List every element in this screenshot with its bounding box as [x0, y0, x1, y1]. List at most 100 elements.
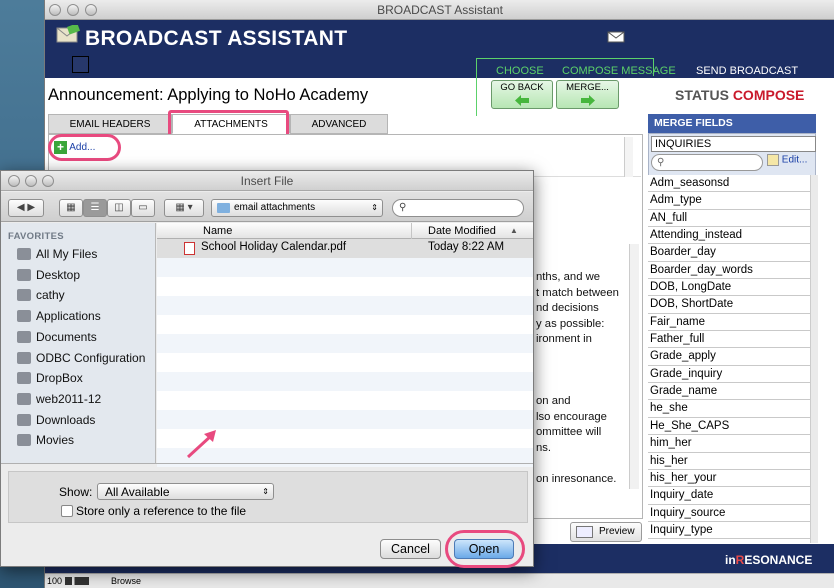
message-body-scrollbar[interactable]	[629, 244, 639, 489]
file-list-header: Name Date Modified ▲	[157, 223, 533, 239]
sidebar-item[interactable]: cathy	[1, 285, 156, 306]
arrange-button[interactable]: ▦ ▾	[164, 199, 204, 217]
sidebar-item-label: ODBC Configuration	[36, 350, 146, 365]
sidebar-item[interactable]: All My Files	[1, 244, 156, 265]
desktop-icon	[17, 268, 31, 281]
table-row[interactable]: School Holiday Calendar.pdf Today 8:22 AM	[157, 239, 533, 258]
body-text-line: on inresonance.	[536, 472, 617, 485]
icon-view-button[interactable]: ▦	[59, 199, 83, 217]
cancel-button[interactable]: Cancel	[380, 539, 441, 559]
merge-field-item[interactable]: Fair_name	[648, 314, 810, 332]
workflow-line-vertical	[476, 76, 477, 116]
go-back-button[interactable]: GO BACK	[491, 80, 553, 109]
window-statusbar: 100 Browse	[45, 573, 834, 588]
merge-field-item[interactable]: Boarder_day	[648, 244, 810, 262]
body-text-line: t match between	[536, 286, 619, 299]
popup-arrows-icon: ⇕	[262, 487, 269, 496]
table-row	[157, 391, 533, 410]
sidebar-item[interactable]: ODBC Configuration	[1, 348, 156, 369]
column-name[interactable]: Name	[203, 223, 232, 239]
merge-fields-scrollbar[interactable]	[810, 175, 818, 543]
coverflow-view-button[interactable]: ▭	[131, 199, 155, 217]
merge-field-item[interactable]: him_her	[648, 435, 810, 453]
attachments-scrollbar[interactable]	[624, 137, 633, 177]
merge-field-item[interactable]: Grade_inquiry	[648, 366, 810, 384]
folder-icon	[217, 203, 230, 213]
merge-field-item[interactable]: He_She_CAPS	[648, 418, 810, 436]
step-compose-message[interactable]: COMPOSE MESSAGE	[562, 65, 676, 77]
merge-fields-edit-button[interactable]: Edit...	[767, 154, 807, 166]
sidebar-item[interactable]: Documents	[1, 327, 156, 348]
favorites-heading: FAVORITES	[8, 231, 64, 242]
table-row	[157, 353, 533, 372]
location-label: email attachments	[234, 202, 316, 213]
coverflow-icon: ▭	[138, 202, 148, 213]
merge-field-item[interactable]: Father_full	[648, 331, 810, 349]
step-send-broadcast[interactable]: SEND BROADCAST	[696, 65, 798, 77]
merge-field-item[interactable]: Grade_apply	[648, 348, 810, 366]
merge-field-item[interactable]: DOB, LongDate	[648, 279, 810, 297]
merge-field-item[interactable]: Grade_name	[648, 383, 810, 401]
edit-label: Edit...	[781, 154, 808, 166]
show-popup[interactable]: All Available ⇕	[97, 483, 274, 500]
sidebar-item[interactable]: web2011-12	[1, 389, 156, 410]
merge-field-item[interactable]: Attending_instead	[648, 227, 810, 245]
sidebar-item[interactable]: Downloads	[1, 410, 156, 431]
envelope-icon	[56, 25, 80, 43]
merge-field-item[interactable]: Adm_type	[648, 192, 810, 210]
dialog-zoom-button[interactable]	[42, 175, 54, 187]
column-date-modified[interactable]: Date Modified	[428, 223, 496, 239]
dialog-close-button[interactable]	[8, 175, 20, 187]
column-view-button[interactable]: ◫	[107, 199, 131, 217]
icon-view-icon: ▦	[66, 202, 76, 213]
merge-button[interactable]: MERGE...	[556, 80, 619, 109]
open-highlight	[445, 530, 525, 568]
merge-field-item[interactable]: Inquiry_type	[648, 522, 810, 540]
edit-icon	[767, 154, 779, 166]
list-view-button[interactable]: ☰	[83, 199, 107, 217]
sidebar-item[interactable]: Desktop	[1, 265, 156, 286]
mail-send-icon	[607, 31, 625, 43]
dialog-toolbar: ◀ ▶ ▦ ☰ ◫ ▭ ▦ ▾ email attachments ⇕ ⚲	[1, 192, 533, 222]
merge-field-item[interactable]: his_her	[648, 453, 810, 470]
brand-in: in	[725, 553, 736, 567]
dialog-search-field[interactable]: ⚲	[392, 199, 524, 217]
popup-arrows-icon: ⇕	[371, 203, 378, 212]
store-reference-checkbox[interactable]	[61, 505, 73, 517]
all-files-icon	[17, 248, 31, 260]
zoom-level[interactable]: 100	[47, 574, 62, 588]
merge-field-item[interactable]: his_her_your	[648, 470, 810, 488]
merge-field-item[interactable]: Adm_seasonsd	[648, 175, 810, 193]
minimize-window-button[interactable]	[67, 4, 79, 16]
sidebar-item[interactable]: DropBox	[1, 368, 156, 389]
merge-field-item[interactable]: he_she	[648, 400, 810, 418]
body-text-line: ommittee will	[536, 426, 602, 438]
location-popup[interactable]: email attachments ⇕	[211, 199, 383, 217]
back-forward-buttons[interactable]: ◀ ▶	[8, 199, 44, 217]
preview-label: Preview	[599, 526, 635, 537]
column-view-icon: ◫	[114, 202, 124, 213]
merge-field-item[interactable]: Inquiry_date	[648, 487, 810, 505]
step-choose[interactable]: CHOOSE	[496, 65, 544, 77]
body-text-line: nths, and we	[536, 271, 601, 283]
merge-field-item[interactable]: Inquiry_source	[648, 505, 810, 522]
merge-field-item[interactable]: AN_full	[648, 210, 810, 228]
show-value: All Available	[105, 485, 170, 499]
close-window-button[interactable]	[49, 4, 61, 16]
merge-field-item[interactable]: Boarder_day_words	[648, 262, 810, 280]
merge-fields-table-select[interactable]: INQUIRIES	[651, 136, 816, 152]
pdf-icon	[184, 242, 195, 255]
table-row	[157, 296, 533, 315]
tab-advanced[interactable]: ADVANCED	[290, 114, 388, 134]
tab-email-headers[interactable]: EMAIL HEADERS	[48, 114, 172, 134]
sidebar-item[interactable]: Applications	[1, 306, 156, 327]
sidebar-item[interactable]: Movies	[1, 430, 156, 451]
preview-button[interactable]: Preview	[570, 522, 642, 542]
search-icon: ⚲	[399, 202, 407, 213]
zoom-controls-icon[interactable]	[65, 577, 89, 585]
merge-field-item[interactable]: DOB, ShortDate	[648, 296, 810, 314]
arrange-icon: ▦ ▾	[175, 202, 193, 213]
dialog-minimize-button[interactable]	[25, 175, 37, 187]
merge-fields-search[interactable]: ⚲	[651, 154, 763, 171]
zoom-window-button[interactable]	[85, 4, 97, 16]
